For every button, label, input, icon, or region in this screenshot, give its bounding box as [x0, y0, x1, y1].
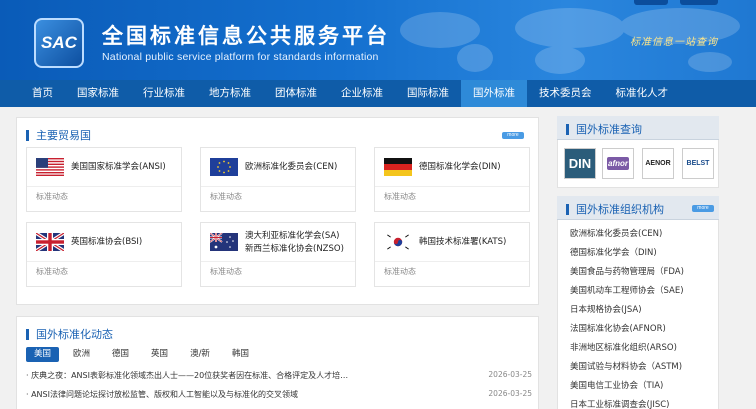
tab-korea[interactable]: 韩国 — [224, 347, 257, 362]
trade-title-text: 主要贸易国 — [36, 129, 91, 142]
card-tag-link[interactable]: 标准动态 — [384, 191, 416, 202]
orgs-more-button[interactable]: more — [692, 205, 714, 212]
card-divider — [201, 261, 355, 262]
news-title[interactable]: · 庆典之夜：ANSI表彰标准化领域杰出人士——20位获奖者因在标准、合格评定及… — [26, 370, 348, 381]
card-divider — [201, 186, 355, 187]
card-kats[interactable]: 韩国技术标准署(KATS) 标准动态 — [374, 222, 530, 287]
sac-logo[interactable]: SAC — [34, 18, 84, 68]
org-link[interactable]: 德国标准化学会（DIN) — [570, 246, 657, 258]
title-bar-decoration — [566, 203, 569, 215]
org-link[interactable]: 美国机动车工程师协会（SAE) — [570, 284, 684, 296]
news-item[interactable]: · ANSI法律问题论坛探讨放松监管、版权和人工智能以及与标准化的交叉领域 20… — [26, 389, 532, 400]
tab-au-nz[interactable]: 澳/新 — [182, 347, 218, 362]
gb-flag-icon — [36, 233, 64, 251]
top-link-tab[interactable] — [634, 0, 668, 5]
card-tag-link[interactable]: 标准动态 — [36, 266, 68, 277]
nav-group-standards[interactable]: 团体标准 — [263, 80, 329, 107]
eu-flag-icon — [210, 158, 238, 176]
header-banner: SAC 全国标准信息公共服务平台 National public service… — [0, 0, 756, 80]
org-link[interactable]: 日本工业标准调查会(JISC) — [570, 398, 669, 409]
logo-text: DIN — [568, 156, 592, 171]
org-link[interactable]: 美国食品与药物管理局（FDA) — [570, 265, 684, 277]
orgs-title-text: 国外标准组织机构 — [576, 203, 664, 216]
main-nav: 首页 国家标准 行业标准 地方标准 团体标准 企业标准 国际标准 国外标准 技术… — [0, 80, 756, 107]
belst-logo-link[interactable]: BELST — [682, 148, 714, 179]
tab-uk[interactable]: 英国 — [143, 347, 176, 362]
afnor-logo-link[interactable]: afnor — [602, 148, 634, 179]
kr-flag-icon — [384, 233, 412, 251]
card-name: 欧洲标准化委员会(CEN) — [245, 162, 338, 172]
nav-home[interactable]: 首页 — [20, 80, 65, 107]
card-divider — [375, 261, 529, 262]
title-bar-decoration — [26, 328, 29, 340]
card-tag-link[interactable]: 标准动态 — [210, 191, 242, 202]
aenor-logo-link[interactable]: AENOR — [642, 148, 674, 179]
de-flag-icon — [384, 158, 412, 176]
org-link[interactable]: 欧洲标准化委员会(CEN) — [570, 227, 662, 239]
card-bsi[interactable]: 英国标准协会(BSI) 标准动态 — [26, 222, 182, 287]
card-sa-nzso[interactable]: 澳大利亚标准化学会(SA) 新西兰标准化协会(NZSO) 标准动态 — [200, 222, 356, 287]
logo-text: BELST — [686, 160, 710, 167]
nav-industry-standards[interactable]: 行业标准 — [131, 80, 197, 107]
card-divider — [27, 186, 181, 187]
title-bar-decoration — [26, 129, 29, 141]
slogan: 标准信息一站查询 — [630, 37, 718, 48]
logo-text: AENOR — [645, 160, 671, 167]
logo-text: afnor — [607, 157, 629, 170]
dynamics-title-text: 国外标准化动态 — [36, 328, 113, 341]
card-tag-link[interactable]: 标准动态 — [36, 191, 68, 202]
card-cen[interactable]: 欧洲标准化委员会(CEN) 标准动态 — [200, 147, 356, 212]
card-din[interactable]: 德国标准化学会(DIN) 标准动态 — [374, 147, 530, 212]
nav-international-standards[interactable]: 国际标准 — [395, 80, 461, 107]
nav-technical-committees[interactable]: 技术委员会 — [527, 80, 604, 107]
tab-germany[interactable]: 德国 — [104, 347, 137, 362]
card-name: 美国国家标准学会(ANSI) — [71, 162, 166, 172]
org-link[interactable]: 法国标准化协会(AFNOR) — [570, 322, 666, 334]
card-name: 德国标准化学会(DIN) — [419, 162, 501, 172]
card-name: 韩国技术标准署(KATS) — [419, 237, 507, 247]
trade-section-title: 主要贸易国 — [26, 127, 91, 143]
news-date: 2026-03-25 — [488, 389, 532, 398]
org-link[interactable]: 美国试验与材料协会（ASTM) — [570, 360, 682, 372]
card-name: 英国标准协会(BSI) — [71, 237, 143, 247]
news-title[interactable]: · ANSI法律问题论坛探讨放松监管、版权和人工智能以及与标准化的交叉领域 — [26, 389, 298, 400]
card-name-secondary: 新西兰标准化协会(NZSO) — [245, 244, 344, 254]
org-link[interactable]: 美国电信工业协会（TIA) — [570, 379, 663, 391]
us-flag-icon — [36, 158, 64, 176]
news-date: 2026-03-25 — [488, 370, 532, 379]
top-link-tab[interactable] — [680, 0, 718, 5]
news-item[interactable]: · 庆典之夜：ANSI表彰标准化领域杰出人士——20位获奖者因在标准、合格评定及… — [26, 370, 532, 381]
nav-national-standards[interactable]: 国家标准 — [65, 80, 131, 107]
site-subtitle: National public service platform for sta… — [102, 51, 379, 63]
au-flag-icon — [210, 233, 238, 251]
card-divider — [27, 261, 181, 262]
org-link[interactable]: 非洲地区标准化组织(ARSO) — [570, 341, 677, 353]
tab-europe[interactable]: 欧洲 — [65, 347, 98, 362]
nav-local-standards[interactable]: 地方标准 — [197, 80, 263, 107]
tab-usa[interactable]: 美国 — [26, 347, 60, 362]
trade-more-button[interactable]: more — [502, 132, 524, 139]
card-name: 澳大利亚标准化学会(SA) — [245, 231, 340, 241]
card-tag-link[interactable]: 标准动态 — [210, 266, 242, 277]
din-logo-link[interactable]: DIN — [564, 148, 596, 179]
card-divider — [375, 186, 529, 187]
query-title-text: 国外标准查询 — [576, 123, 642, 136]
dynamics-section-title: 国外标准化动态 — [26, 326, 113, 342]
nav-enterprise-standards[interactable]: 企业标准 — [329, 80, 395, 107]
nav-talent[interactable]: 标准化人才 — [604, 80, 681, 107]
card-ansi[interactable]: 美国国家标准学会(ANSI) 标准动态 — [26, 147, 182, 212]
nav-foreign-standards[interactable]: 国外标准 — [461, 80, 527, 107]
card-tag-link[interactable]: 标准动态 — [384, 266, 416, 277]
country-tabs: 美国 欧洲 德国 英国 澳/新 韩国 — [26, 347, 263, 362]
org-link[interactable]: 日本规格协会(JSA) — [570, 303, 642, 315]
logo-text: SAC — [41, 33, 77, 52]
query-header: 国外标准查询 — [557, 116, 719, 140]
title-bar-decoration — [566, 123, 569, 135]
site-title: 全国标准信息公共服务平台 — [102, 24, 390, 48]
